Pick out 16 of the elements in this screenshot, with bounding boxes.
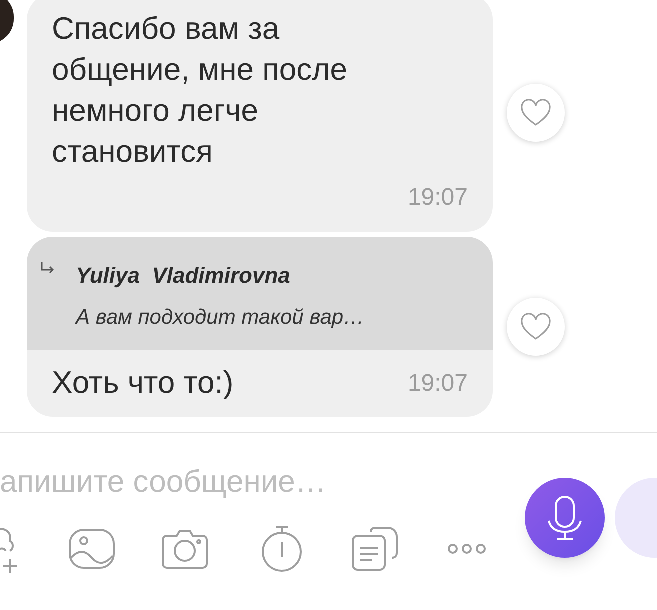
message-time: 19:07 (408, 183, 468, 213)
camera-icon[interactable] (161, 528, 209, 570)
timer-icon[interactable] (261, 525, 303, 573)
message-text: Хоть что то:) (52, 364, 234, 402)
like-button[interactable] (507, 84, 565, 142)
image-icon[interactable] (68, 528, 116, 570)
quoted-message[interactable]: Yuliya Vladimirovna А вам подходит такой вар… (27, 237, 493, 350)
message-time: 19:07 (408, 368, 468, 398)
message-text: Спасибо вам за общение, мне после немного легче становится (52, 10, 348, 171)
microphone-icon (547, 495, 583, 541)
documents-icon[interactable] (351, 526, 399, 572)
message-input[interactable]: апишите сообщение… (0, 461, 520, 503)
quote-text: А вам подходит такой вар… (76, 305, 365, 331)
more-icon[interactable] (447, 543, 487, 555)
like-button[interactable] (507, 298, 565, 356)
quote-author: Yuliya Vladimirovna (76, 262, 292, 290)
